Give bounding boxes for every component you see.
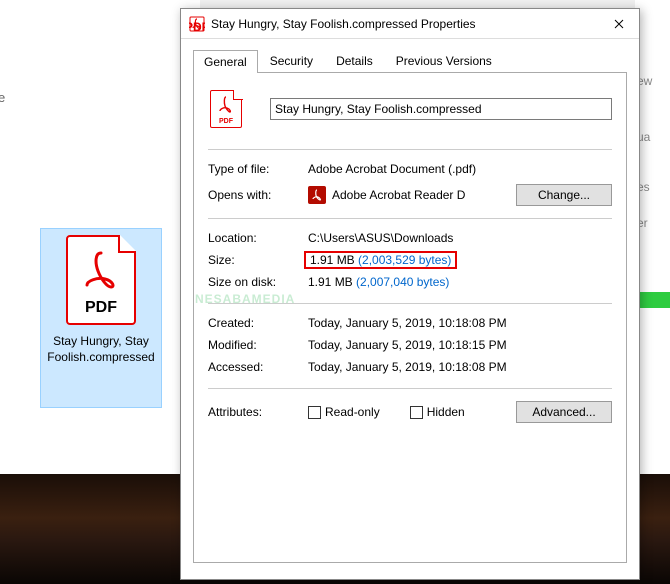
svg-text:PDF: PDF	[189, 20, 205, 32]
readonly-label: Read-only	[325, 405, 380, 419]
accessed-value: Today, January 5, 2019, 10:18:08 PM	[308, 360, 612, 374]
tab-previous-versions[interactable]: Previous Versions	[385, 49, 503, 72]
hidden-checkbox[interactable]: Hidden	[410, 405, 465, 419]
created-value: Today, January 5, 2019, 10:18:08 PM	[308, 316, 612, 330]
size-label: Size:	[208, 253, 308, 267]
tab-details[interactable]: Details	[325, 49, 384, 72]
tab-security[interactable]: Security	[259, 49, 324, 72]
type-of-file-label: Type of file:	[208, 162, 308, 176]
size-on-disk-label: Size on disk:	[208, 275, 308, 289]
acrobat-reader-icon	[308, 186, 326, 204]
bg-cut-text: e	[0, 90, 5, 105]
separator	[208, 303, 612, 304]
filename-input[interactable]	[270, 98, 612, 120]
green-bar	[640, 292, 670, 308]
tab-body-general: PDF Type of file: Adobe Acrobat Document…	[193, 73, 627, 563]
checkbox-icon	[410, 406, 423, 419]
hidden-label: Hidden	[427, 405, 465, 419]
pdf-icon-label: PDF	[68, 299, 134, 317]
selected-file[interactable]: PDF Stay Hungry, Stay Foolish.compressed	[40, 228, 162, 408]
location-label: Location:	[208, 231, 308, 245]
pdf-file-icon: PDF	[66, 235, 136, 325]
close-icon	[614, 19, 624, 29]
file-caption: Stay Hungry, Stay Foolish.compressed	[41, 334, 161, 365]
accessed-label: Accessed:	[208, 360, 308, 374]
tab-general[interactable]: General	[193, 50, 258, 73]
separator	[208, 149, 612, 150]
pdf-swirl-icon	[81, 249, 121, 293]
created-label: Created:	[208, 316, 308, 330]
close-button[interactable]	[599, 10, 639, 38]
tab-row: General Security Details Previous Versio…	[193, 49, 627, 73]
properties-dialog: PDF Stay Hungry, Stay Foolish.compressed…	[180, 8, 640, 580]
separator	[208, 218, 612, 219]
location-value: C:\Users\ASUS\Downloads	[308, 231, 612, 245]
pdf-title-icon: PDF	[189, 16, 205, 32]
type-of-file-value: Adobe Acrobat Document (.pdf)	[308, 162, 612, 176]
attributes-label: Attributes:	[208, 405, 308, 419]
size-value: 1.91 MB (2,003,529 bytes)	[308, 253, 612, 267]
checkbox-icon	[308, 406, 321, 419]
separator	[208, 388, 612, 389]
readonly-checkbox[interactable]: Read-only	[308, 405, 380, 419]
modified-label: Modified:	[208, 338, 308, 352]
size-on-disk-value: 1.91 MB (2,007,040 bytes)	[308, 275, 612, 289]
modified-value: Today, January 5, 2019, 10:18:15 PM	[308, 338, 612, 352]
size-highlight: 1.91 MB (2,003,529 bytes)	[304, 251, 457, 269]
advanced-button[interactable]: Advanced...	[516, 401, 612, 423]
opens-with-value: Adobe Acrobat Reader D	[332, 188, 465, 202]
file-type-icon: PDF	[208, 87, 244, 131]
opens-with-label: Opens with:	[208, 188, 308, 202]
dialog-title: Stay Hungry, Stay Foolish.compressed Pro…	[211, 17, 599, 31]
change-button[interactable]: Change...	[516, 184, 612, 206]
titlebar[interactable]: PDF Stay Hungry, Stay Foolish.compressed…	[181, 9, 639, 39]
